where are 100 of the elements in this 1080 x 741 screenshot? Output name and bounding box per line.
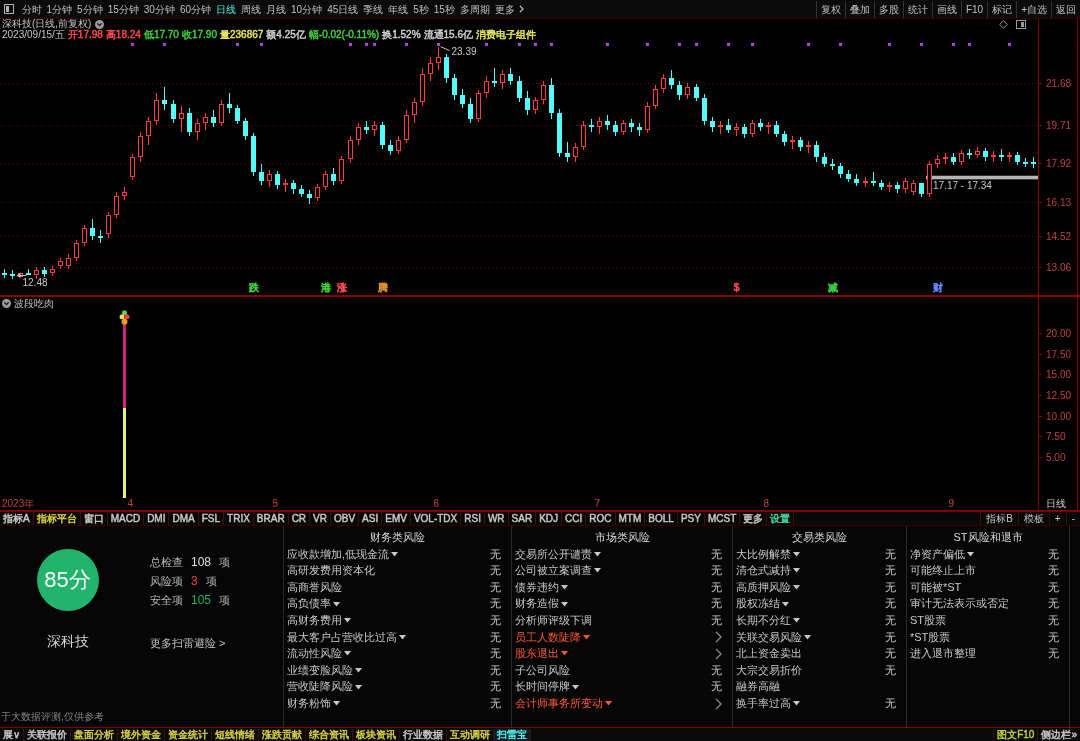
indicator-tab[interactable]: 指标B xyxy=(980,512,1018,525)
risk-item[interactable]: 财务粉饰 xyxy=(287,697,331,711)
caret-down-icon[interactable] xyxy=(793,551,800,557)
risk-item[interactable]: 高商誉风险 xyxy=(287,580,342,595)
risk-item[interactable]: 进入退市整理 xyxy=(910,647,976,661)
indicator-tab[interactable]: + xyxy=(1048,512,1066,525)
indicator-tab[interactable]: DMI xyxy=(144,512,170,525)
risk-item[interactable]: ST股票 xyxy=(910,614,947,628)
period-tab[interactable]: 年线 xyxy=(385,0,411,18)
period-tab[interactable]: 分时 xyxy=(19,0,44,18)
risk-item[interactable]: 债券违约 xyxy=(515,580,559,595)
chevron-right-icon[interactable] xyxy=(715,697,722,710)
risk-item[interactable]: 审计无法表示或否定 xyxy=(910,597,1009,611)
risk-item[interactable]: 分析师评级下调 xyxy=(515,614,592,628)
period-tab[interactable]: 60分钟 xyxy=(177,0,214,18)
period-tab[interactable]: 季线 xyxy=(360,0,386,18)
caret-down-icon[interactable] xyxy=(572,684,579,690)
toolbar-button[interactable]: 返回 xyxy=(1051,0,1080,18)
bottom-tab[interactable]: 图文F10 xyxy=(993,728,1038,741)
toolbar-button[interactable]: +自选 xyxy=(1016,0,1051,18)
caret-down-icon[interactable] xyxy=(333,701,340,707)
indicator-tab[interactable]: FSL xyxy=(198,512,225,525)
bottom-tab[interactable]: 行业数据 xyxy=(400,728,448,741)
indicator-tab[interactable]: 更多 xyxy=(740,512,768,525)
period-tab[interactable]: 多周期 xyxy=(457,0,493,18)
risk-item[interactable]: 公司被立案调查 xyxy=(515,564,592,578)
caret-down-icon[interactable] xyxy=(793,585,800,590)
risk-item[interactable]: 股东退出 xyxy=(515,647,559,661)
risk-item[interactable]: 融券高融 xyxy=(736,680,780,694)
bottom-tab[interactable]: 资金统计 xyxy=(165,728,213,741)
caret-down-icon[interactable] xyxy=(782,601,789,607)
period-tab[interactable]: 10分钟 xyxy=(288,0,325,18)
caret-down-icon[interactable] xyxy=(793,701,800,707)
chevron-circle-icon[interactable] xyxy=(2,299,11,308)
caret-down-icon[interactable] xyxy=(594,568,601,574)
indicator-tab[interactable]: DMA xyxy=(169,512,199,525)
toolbar-button[interactable]: 叠加 xyxy=(844,0,874,18)
caret-down-icon[interactable] xyxy=(793,618,800,624)
indicator-tab[interactable]: 窗口 xyxy=(80,512,108,525)
period-tab[interactable]: 30分钟 xyxy=(141,0,178,18)
bottom-tab[interactable]: 关联报价 xyxy=(24,728,72,741)
indicator-tab[interactable]: MTM xyxy=(615,512,646,525)
period-tab[interactable]: 1分钟 xyxy=(44,0,75,18)
risk-item[interactable]: 股权冻结 xyxy=(736,597,780,611)
caret-down-icon[interactable] xyxy=(333,601,340,607)
indicator-tab[interactable]: 指标平台 xyxy=(33,512,81,525)
caret-down-icon[interactable] xyxy=(355,684,362,690)
risk-item[interactable]: 会计师事务所变动 xyxy=(515,697,603,711)
caret-down-icon[interactable] xyxy=(344,618,351,624)
toolbar-button[interactable]: 复权 xyxy=(815,0,845,18)
caret-down-icon[interactable] xyxy=(561,601,568,607)
indicator-tab[interactable]: RSI xyxy=(461,512,485,525)
risk-item[interactable]: 换手率过高 xyxy=(736,697,791,711)
more-button[interactable]: 更多 xyxy=(492,0,527,18)
more-link[interactable]: 更多扫雷避险 > xyxy=(150,636,226,650)
caret-down-icon[interactable] xyxy=(355,667,362,673)
indicator-tab[interactable]: BRAR xyxy=(253,512,289,525)
toolbar-button[interactable]: 统计 xyxy=(902,0,932,18)
bottom-tab[interactable]: 扫雷宝 xyxy=(494,728,532,741)
risk-item[interactable]: 清仓式减持 xyxy=(736,564,791,578)
bottom-tab[interactable]: 综合资讯 xyxy=(306,728,354,741)
risk-item[interactable]: 大比例解禁 xyxy=(736,547,791,561)
indicator-tab[interactable]: ASI xyxy=(359,512,383,525)
indicator-tab[interactable]: VR xyxy=(310,512,331,525)
risk-item[interactable]: 高质押风险 xyxy=(736,580,791,595)
bottom-tab[interactable]: 盘面分析 xyxy=(71,728,119,741)
caret-down-icon[interactable] xyxy=(967,551,974,557)
risk-item[interactable]: 流动性风险 xyxy=(287,647,342,661)
risk-item[interactable]: 长期不分红 xyxy=(736,614,791,628)
indicator-tab[interactable]: - xyxy=(1065,512,1080,525)
indicator-tab[interactable]: PSY xyxy=(677,512,705,525)
period-tab[interactable]: 日线 xyxy=(213,0,239,18)
risk-item[interactable]: 大宗交易折价 xyxy=(736,663,802,678)
caret-down-icon[interactable] xyxy=(344,651,351,657)
indicator-tab[interactable]: MACD xyxy=(107,512,145,525)
chevron-right-icon[interactable] xyxy=(715,631,722,644)
risk-item[interactable]: 业绩变脸风险 xyxy=(287,663,353,678)
bottom-tab[interactable]: 展∨ xyxy=(0,728,25,741)
bottom-tab[interactable]: 境外资金 xyxy=(118,728,166,741)
period-tab[interactable]: 月线 xyxy=(263,0,289,18)
period-tab[interactable]: 5秒 xyxy=(410,0,432,18)
indicator-tab[interactable]: SAR xyxy=(508,512,537,525)
panel-icon[interactable] xyxy=(4,4,14,14)
indicator-tab[interactable]: VOL-TDX xyxy=(410,512,462,525)
bottom-tab[interactable]: 板块资讯 xyxy=(353,728,401,741)
risk-item[interactable]: 北上资金卖出 xyxy=(736,647,802,661)
toolbar-button[interactable]: 标记 xyxy=(987,0,1017,18)
caret-down-icon[interactable] xyxy=(583,634,590,640)
period-tab[interactable]: 周线 xyxy=(238,0,264,18)
risk-item[interactable]: 可能终止上市 xyxy=(910,564,976,578)
caret-down-icon[interactable] xyxy=(391,551,399,557)
caret-down-icon[interactable] xyxy=(605,701,612,707)
toolbar-button[interactable]: F10 xyxy=(960,0,988,18)
indicator-tab[interactable]: 设置 xyxy=(767,512,795,525)
chevron-circle-icon[interactable] xyxy=(95,19,105,29)
caret-down-icon[interactable] xyxy=(561,651,568,657)
indicator-tab[interactable]: WR xyxy=(484,512,509,525)
risk-item[interactable]: 最大客户占营收比过高 xyxy=(287,630,397,644)
indicator-tab[interactable]: 模板 xyxy=(1017,512,1049,525)
risk-item[interactable]: 财务造假 xyxy=(515,597,559,611)
